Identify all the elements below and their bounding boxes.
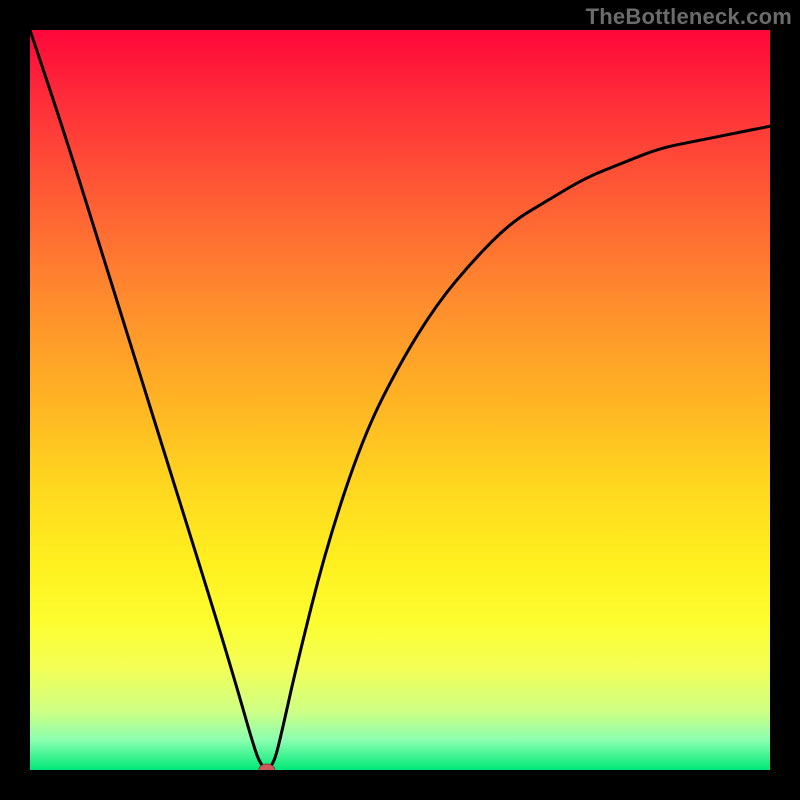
watermark-text: TheBottleneck.com xyxy=(586,4,792,30)
bottleneck-curve xyxy=(30,30,770,768)
plot-area xyxy=(30,30,770,770)
chart-frame: TheBottleneck.com xyxy=(0,0,800,800)
chart-svg xyxy=(30,30,770,770)
